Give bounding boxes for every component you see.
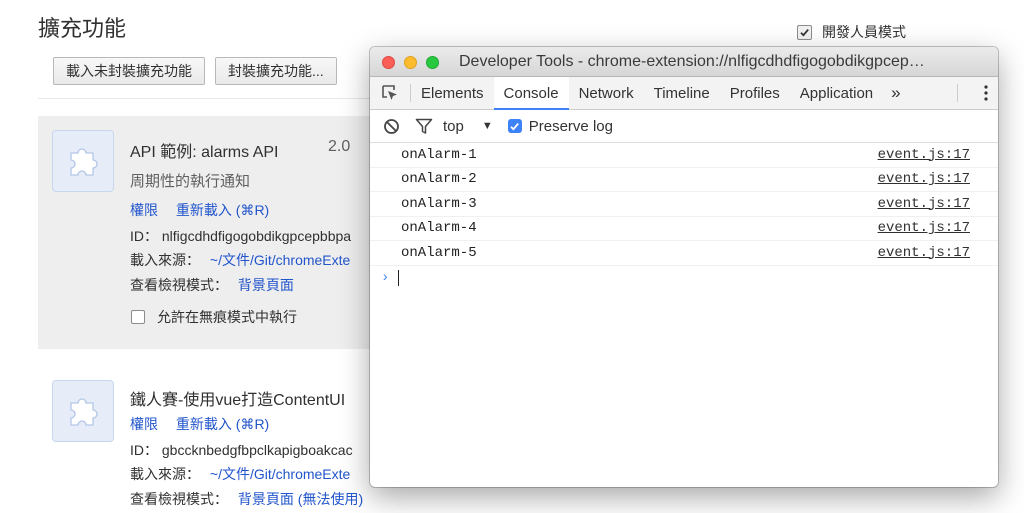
checkmark-icon	[800, 28, 809, 37]
extension-name: API 範例: alarms API	[130, 144, 279, 161]
tab-network[interactable]: Network	[569, 77, 644, 109]
text-cursor	[398, 269, 400, 286]
id-label: ID：	[130, 442, 158, 458]
console-messages: onAlarm-1 event.js:17 onAlarm-2 event.js…	[370, 143, 998, 290]
background-page-link[interactable]: 背景頁面 (無法使用)	[238, 491, 363, 507]
incognito-label: 允許在無痕模式中執行	[157, 309, 297, 325]
clear-console-icon	[384, 118, 399, 134]
minimize-window-button[interactable]	[404, 56, 417, 69]
console-message: onAlarm-4 event.js:17	[370, 217, 998, 241]
message-text: onAlarm-3	[401, 195, 477, 212]
extension-links: 權限 重新載入 (⌘R)	[130, 200, 269, 220]
puzzle-piece-icon	[52, 130, 114, 192]
extension-description: 周期性的執行通知	[130, 173, 251, 190]
inspect-element-button[interactable]	[370, 77, 410, 109]
zoom-window-button[interactable]	[426, 56, 439, 69]
extension-id-row: ID： nlfigcdhdfigogobdikgpcepbbpa	[130, 226, 351, 246]
extension-id: gbccknbedgfbpclkapigboakcac	[161, 442, 353, 458]
more-tabs-button[interactable]: »	[883, 77, 908, 109]
load-unpacked-button[interactable]: 載入未封裝擴充功能	[53, 57, 205, 85]
puzzle-piece-icon	[52, 380, 114, 442]
vertical-dots-icon	[984, 85, 988, 101]
source-link[interactable]: event.js:17	[878, 220, 970, 236]
preserve-log-checkbox[interactable]	[507, 119, 522, 133]
developer-mode-toggle[interactable]: 開發人員模式	[797, 22, 906, 42]
source-link[interactable]: event.js:17	[878, 245, 970, 261]
extension-links: 權限 重新載入 (⌘R)	[130, 414, 269, 434]
prompt-chevron-icon: ›	[381, 269, 390, 286]
divider	[38, 98, 378, 99]
context-selector[interactable]: top	[443, 118, 464, 135]
pack-extension-button[interactable]: 封裝擴充功能...	[215, 57, 337, 85]
tab-console[interactable]: Console	[493, 77, 569, 110]
console-message: onAlarm-5 event.js:17	[370, 241, 998, 266]
source-link[interactable]: event.js:17	[878, 171, 970, 187]
extension-source-row: 載入來源： ~/文件/Git/chromeExte	[130, 250, 350, 270]
permissions-link[interactable]: 權限	[130, 416, 158, 432]
devtools-tabbar: Elements Console Network Timeline Profil…	[370, 77, 998, 110]
reload-link[interactable]: 重新載入 (⌘R)	[176, 416, 269, 432]
extension-name: 鐵人賽-使用vue打造ContentUI	[130, 392, 346, 409]
source-label: 載入來源：	[130, 466, 200, 482]
extension-inspect-row: 查看檢視模式： 背景頁面 (無法使用)	[130, 489, 363, 509]
console-message: onAlarm-2 event.js:17	[370, 168, 998, 192]
id-label: ID：	[130, 228, 158, 244]
close-window-button[interactable]	[382, 56, 395, 69]
tab-elements[interactable]: Elements	[411, 77, 494, 109]
tab-timeline[interactable]: Timeline	[644, 77, 720, 109]
console-input[interactable]: ›	[370, 266, 998, 290]
reload-link[interactable]: 重新載入 (⌘R)	[176, 202, 269, 218]
message-text: onAlarm-2	[401, 171, 477, 188]
console-toolbar: top ▼ Preserve log	[370, 110, 998, 143]
filter-button[interactable]	[415, 118, 433, 135]
extension-id: nlfigcdhdfigogobdikgpcepbbpa	[161, 228, 352, 244]
permissions-link[interactable]: 權限	[130, 202, 158, 218]
incognito-checkbox[interactable]	[131, 310, 145, 324]
window-title: Developer Tools - chrome-extension://nlf…	[459, 53, 925, 70]
devtools-titlebar: Developer Tools - chrome-extension://nlf…	[370, 47, 998, 77]
tab-profiles[interactable]: Profiles	[720, 77, 790, 109]
extension-version: 2.0	[328, 138, 351, 155]
source-link[interactable]: event.js:17	[878, 147, 970, 163]
console-message: onAlarm-3 event.js:17	[370, 192, 998, 217]
inspect-element-icon	[382, 85, 397, 100]
customize-menu-button[interactable]	[984, 77, 988, 109]
incognito-toggle[interactable]: 允許在無痕模式中執行	[131, 307, 297, 327]
tab-application[interactable]: Application	[790, 77, 883, 109]
extension-source-row: 載入來源： ~/文件/Git/chromeExte	[130, 464, 350, 484]
developer-mode-label: 開發人員模式	[822, 24, 906, 40]
source-link[interactable]: event.js:17	[878, 196, 970, 212]
extension-actions: 載入未封裝擴充功能 封裝擴充功能...	[53, 57, 337, 85]
message-text: onAlarm-4	[401, 220, 477, 237]
source-link[interactable]: ~/文件/Git/chromeExte	[210, 466, 350, 482]
filter-icon	[415, 118, 433, 134]
message-text: onAlarm-1	[401, 146, 477, 163]
checkmark-icon	[510, 122, 520, 131]
devtools-window: Developer Tools - chrome-extension://nlf…	[370, 47, 998, 487]
extension-card: 鐵人賽-使用vue打造ContentUI 權限 重新載入 (⌘R) ID： gb…	[38, 370, 378, 513]
source-label: 載入來源：	[130, 252, 200, 268]
preserve-log-label: Preserve log	[528, 117, 613, 135]
source-link[interactable]: ~/文件/Git/chromeExte	[210, 252, 350, 268]
inspect-label: 查看檢視模式：	[130, 491, 228, 507]
extension-card: API 範例: alarms API 2.0 周期性的執行通知 權限 重新載入 …	[38, 116, 378, 349]
developer-mode-checkbox[interactable]	[797, 24, 812, 40]
console-message: onAlarm-1 event.js:17	[370, 143, 998, 168]
inspect-label: 查看檢視模式：	[130, 277, 228, 293]
extension-id-row: ID： gbccknbedgfbpclkapigboakcac	[130, 440, 353, 460]
page-title: 擴充功能	[38, 16, 127, 41]
dropdown-arrow-icon[interactable]: ▼	[482, 120, 493, 132]
background-page-link[interactable]: 背景頁面	[238, 277, 294, 293]
extension-inspect-row: 查看檢視模式： 背景頁面	[130, 275, 294, 295]
divider	[957, 84, 958, 102]
message-text: onAlarm-5	[401, 244, 477, 261]
clear-console-button[interactable]	[383, 118, 400, 135]
